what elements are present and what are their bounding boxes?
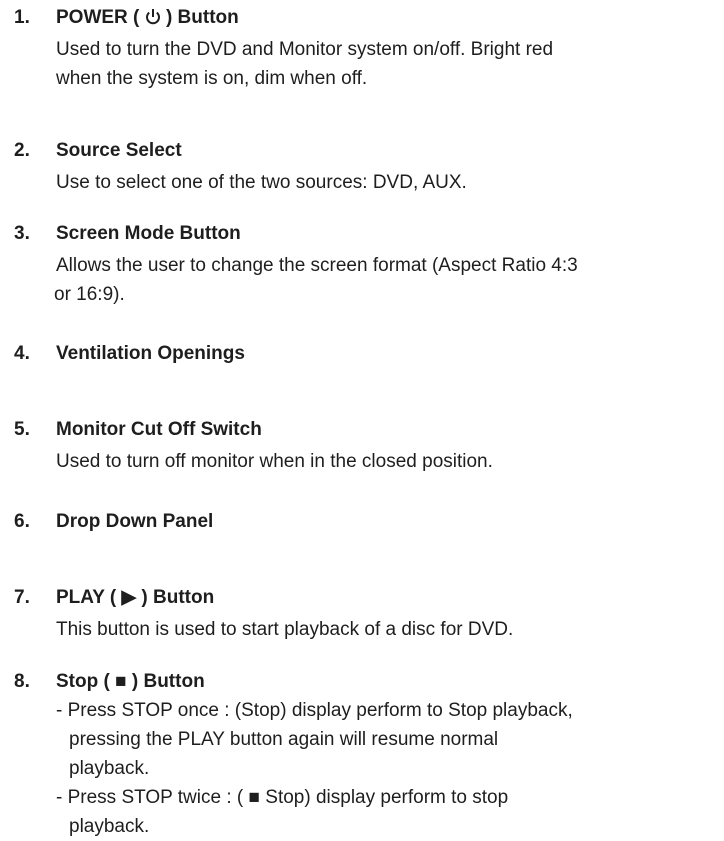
item-title: Stop ( ■ ) Button xyxy=(56,671,205,692)
item-title: Monitor Cut Off Switch xyxy=(56,419,262,440)
item-number: 4. xyxy=(14,343,30,364)
item-description-twice: - Press STOP twice : ( ■ Stop) display p… xyxy=(56,783,724,841)
item-description-once: - Press STOP once : (Stop) display perfo… xyxy=(56,700,573,779)
item-description: Used to turn off monitor when in the clo… xyxy=(56,451,493,472)
item-title: POWER ( ) Button xyxy=(56,6,239,33)
item-number: 7. xyxy=(14,587,30,608)
power-icon xyxy=(145,8,161,33)
item-description: Used to turn the DVD and Monitor system … xyxy=(56,39,554,89)
stop-icon: ■ xyxy=(115,671,127,692)
item-description: Use to select one of the two sources: DV… xyxy=(56,172,467,193)
item-number: 8. xyxy=(14,671,30,692)
item-description: This button is used to start playback of… xyxy=(56,619,514,640)
item-number: 2. xyxy=(14,140,30,161)
item-title: Drop Down Panel xyxy=(56,511,214,532)
item-number: 5. xyxy=(14,419,30,440)
stop-icon: ■ xyxy=(248,787,260,808)
item-title: Ventilation Openings xyxy=(56,343,245,364)
item-title: PLAY ( ▶ ) Button xyxy=(56,587,215,608)
item-number: 1. xyxy=(14,7,30,28)
item-description: Allows the user to change the screen for… xyxy=(54,255,578,305)
item-title: Screen Mode Button xyxy=(56,223,241,244)
play-icon: ▶ xyxy=(121,587,137,608)
item-title: Source Select xyxy=(56,140,182,161)
item-number: 3. xyxy=(14,223,30,244)
item-number: 6. xyxy=(14,511,30,532)
